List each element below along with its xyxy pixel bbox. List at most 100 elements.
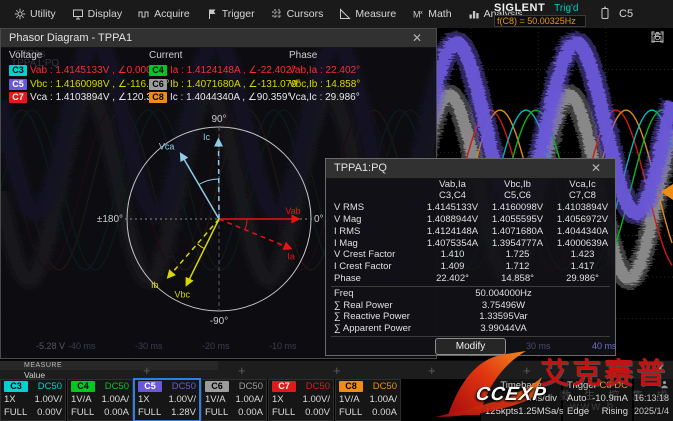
channel-coupling: DC50	[239, 381, 263, 392]
pq-row-label: I RMS	[326, 226, 420, 238]
channel-probe: 1X	[138, 394, 150, 405]
datetime-box[interactable]: 16:13:18 2025/1/4	[634, 379, 673, 421]
trigger-mode: Auto	[567, 393, 587, 404]
voltage-value: Vca : 1.4103894V , ∠120.345°	[30, 92, 167, 103]
pq-row-label: V Crest Factor	[326, 249, 420, 261]
pq-summary-label: ∑ Apparent Power	[326, 323, 420, 335]
svg-text:90°: 90°	[211, 114, 226, 125]
timebase-box[interactable]: Timebase 10.0ms/div 125kpts1.25MSa/s	[481, 379, 561, 421]
pq-channel-header: C5,C6	[485, 190, 550, 202]
timebase-points: 125kpts	[485, 406, 518, 417]
pq-divider	[331, 286, 610, 287]
menu-items: UtilityDisplay Acquire Trigger Cursors Measu…	[0, 0, 531, 28]
svg-text:Ia: Ia	[287, 252, 295, 262]
menu-item-cursors[interactable]: Cursors	[263, 0, 332, 28]
trigger-level: -10.9mA	[592, 393, 628, 404]
channel-box-row: FULL0.00V	[269, 406, 333, 419]
pq-value: 1.410	[420, 249, 485, 261]
channel-box-row: 1X1.00V/	[135, 393, 199, 406]
add-measurement-button[interactable]: +	[428, 361, 436, 380]
display-icon	[72, 8, 84, 20]
pq-summary-value: 1.33595Var	[420, 311, 615, 323]
pq-dialog-titlebar[interactable]: TPPA1:PQ ✕	[326, 159, 615, 179]
column-header: Voltage	[9, 50, 170, 64]
menu-item-measure[interactable]: Measure	[331, 0, 404, 28]
channel-box-row: 1V/A1.00A/	[68, 393, 132, 406]
pq-channel-header: C7,C8	[550, 190, 615, 202]
channel-box-c5[interactable]: C5 DC501X1.00V/FULL1.28V	[134, 379, 200, 421]
channel-box-c6[interactable]: C6DC501V/A1.00A/FULL0.00A	[201, 379, 267, 421]
channel-offset: 0.00V	[37, 407, 62, 418]
add-measurement-button[interactable]: +	[143, 361, 151, 380]
channel-chip-c4: C4	[71, 381, 95, 392]
cursors-icon	[271, 8, 283, 20]
phase-row: Vbc,Ib : 14.858°	[289, 78, 360, 92]
trigger-status: Trig'd	[554, 3, 578, 14]
brand-block: SIGLENT Trig'd f(C8) = 50.00325Hz	[494, 2, 586, 27]
channel-box-c8[interactable]: C8DC501V/A1.00A/FULL0.00A	[335, 379, 401, 421]
channel-box-row: FULL1.28V	[135, 406, 199, 419]
close-icon[interactable]: ✕	[406, 29, 428, 47]
channel-box-c3[interactable]: C3DC501X1.00V/FULL0.00V	[0, 379, 66, 421]
trigger-type: Edge	[567, 406, 589, 417]
close-icon[interactable]: ✕	[656, 361, 665, 378]
channel-coupling: DC50	[172, 381, 196, 392]
pq-value: 1.4044340A	[550, 226, 615, 238]
menu-item-math[interactable]: MxMath	[404, 0, 459, 28]
pq-summary-value: 3.99044VA	[420, 323, 615, 335]
modify-button[interactable]: Modify	[435, 338, 506, 355]
channel-box-row: 1V/A1.00A/	[202, 393, 266, 406]
pq-value: 1.4160098V	[485, 202, 550, 214]
menu-item-acquire[interactable]: Acquire	[130, 0, 198, 28]
menu-item-label: Acquire	[154, 8, 190, 20]
trigger-source: C8 DC	[599, 380, 628, 391]
timebase-scale: 10.0ms/div	[511, 393, 557, 404]
measure-bar-title: MEASURE	[0, 361, 218, 370]
oscilloscope-screen: { "menu": {"items": [ {"label": "Utility…	[0, 0, 673, 421]
channel-box-c7[interactable]: C7DC501X1.00V/FULL0.00V	[268, 379, 334, 421]
svg-text:±180°: ±180°	[97, 214, 123, 225]
voltage-row: C5Vbc : 1.4160098V , ∠-116.220°	[9, 78, 170, 92]
svg-text:x: x	[420, 10, 423, 16]
pq-summary-label: ∑ Reactive Power	[326, 311, 420, 323]
add-measurement-button[interactable]: +	[333, 361, 341, 380]
channel-box-c4[interactable]: C4DC501V/A1.00A/FULL0.00A	[67, 379, 133, 421]
channel-bandwidth: FULL	[71, 407, 94, 418]
svg-text:0°: 0°	[314, 214, 324, 225]
add-measurement-button[interactable]: +	[523, 361, 531, 380]
channel-bandwidth: FULL	[138, 407, 161, 418]
phasor-window-title: Phasor Diagram - TPPA1	[9, 32, 132, 44]
menu-item-label: Cursors	[287, 8, 324, 20]
menu-item-utility[interactable]: Utility	[6, 0, 64, 28]
pq-value: 14.858°	[485, 273, 550, 285]
user-icon	[660, 380, 669, 391]
channel-scale: 1.00A/	[102, 394, 129, 405]
menu-item-display[interactable]: Display	[64, 0, 130, 28]
channel-chip-c6: C6	[205, 381, 229, 392]
channel-offset: 0.00A	[372, 407, 397, 418]
channel-chip-c3: C3	[4, 381, 28, 392]
channel-box-row: C6 DC50	[202, 380, 266, 393]
pq-row-label: I Crest Factor	[326, 261, 420, 273]
close-icon[interactable]: ✕	[585, 159, 607, 177]
phasor-vector-ib	[168, 219, 219, 278]
pq-dialog-title: TPPA1:PQ	[334, 162, 387, 174]
menu-item-trigger[interactable]: Trigger	[198, 0, 263, 28]
phasor-vector-ic	[219, 139, 220, 219]
phasor-window-titlebar[interactable]: Phasor Diagram - TPPA1 ✕	[1, 29, 436, 48]
active-channel-indicator[interactable]: C5	[619, 8, 633, 20]
add-measurement-button[interactable]: +	[238, 361, 246, 380]
channel-chip-c4: C4	[149, 65, 167, 76]
channel-offset: 0.00A	[104, 407, 129, 418]
pq-divider	[331, 336, 610, 337]
channel-chip-c7: C7	[272, 381, 296, 392]
pq-summary-label: ∑ Real Power	[326, 300, 420, 312]
channel-bandwidth: FULL	[339, 407, 362, 418]
pq-value: 1.712	[485, 261, 550, 273]
pq-value: 1.4075354A	[420, 238, 485, 250]
trigger-box[interactable]: TriggerC8 DC Auto-10.9mA EdgeRising	[563, 379, 632, 421]
channel-chip-c5: C5	[138, 381, 162, 392]
channel-box-row: FULL 0.00A	[336, 406, 400, 419]
pq-value: 1.3954777A	[485, 238, 550, 250]
trigger-slope: Rising	[602, 406, 628, 417]
